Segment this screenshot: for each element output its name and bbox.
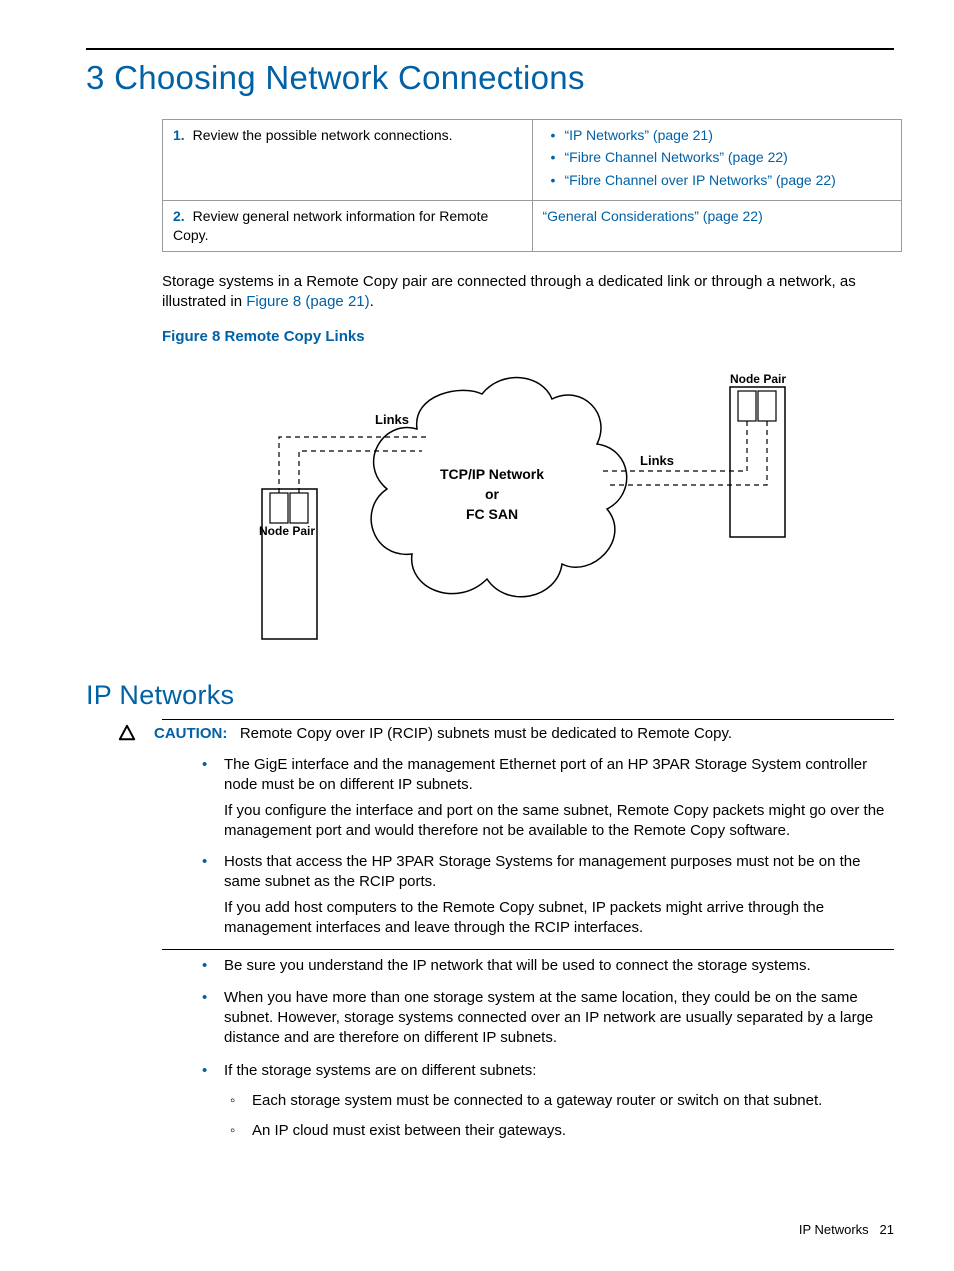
caution-block: CAUTION: Remote Copy over IP (RCIP) subn… bbox=[118, 719, 894, 1141]
ref-link[interactable]: “Fibre Channel over IP Networks” (page 2… bbox=[565, 172, 836, 188]
list-item: Hosts that access the HP 3PAR Storage Sy… bbox=[194, 852, 894, 939]
figure-ref-link[interactable]: Figure 8 (page 21) bbox=[246, 293, 369, 310]
list-item: The GigE interface and the management Et… bbox=[194, 755, 894, 842]
ip-notes-list: Be sure you understand the IP network th… bbox=[194, 956, 894, 1142]
caution-icon bbox=[118, 724, 136, 748]
cloud-label: TCP/IP Network bbox=[440, 466, 544, 482]
step-number: 1. bbox=[173, 127, 185, 143]
list-item: Each storage system must be connected to… bbox=[224, 1091, 894, 1111]
ref-list: “IP Networks” (page 21) “Fibre Channel N… bbox=[543, 126, 892, 191]
caution-text: Remote Copy over IP (RCIP) subnets must … bbox=[240, 725, 732, 742]
cloud-label: or bbox=[485, 486, 500, 502]
step-text: Review general network information for R… bbox=[173, 208, 488, 243]
caution-label: CAUTION: bbox=[154, 725, 227, 742]
list-item: An IP cloud must exist between their gat… bbox=[224, 1121, 894, 1141]
cloud-label: FC SAN bbox=[466, 506, 518, 522]
page-title: 3 Choosing Network Connections bbox=[86, 56, 894, 101]
steps-table: 1. Review the possible network connectio… bbox=[162, 119, 902, 252]
ref-link[interactable]: “General Considerations” (page 22) bbox=[543, 208, 763, 224]
node-pair-label: Node Pair bbox=[259, 524, 315, 538]
list-item: Be sure you understand the IP network th… bbox=[194, 956, 894, 976]
node-pair-label: Node Pair bbox=[730, 372, 786, 386]
table-row: 2. Review general network information fo… bbox=[163, 201, 902, 252]
page-footer: IP Networks 21 bbox=[799, 1221, 894, 1239]
table-row: 1. Review the possible network connectio… bbox=[163, 119, 902, 201]
sub-list: Each storage system must be connected to… bbox=[224, 1091, 894, 1142]
section-heading-ip-networks: IP Networks bbox=[86, 677, 894, 713]
figure-8: TCP/IP Network or FC SAN Node Pair Node … bbox=[182, 359, 894, 655]
list-item: If the storage systems are on different … bbox=[194, 1061, 894, 1142]
links-label: Links bbox=[375, 412, 409, 427]
links-label: Links bbox=[640, 453, 674, 468]
intro-paragraph: Storage systems in a Remote Copy pair ar… bbox=[162, 272, 894, 313]
ref-link[interactable]: “Fibre Channel Networks” (page 22) bbox=[565, 149, 788, 165]
ref-link[interactable]: “IP Networks” (page 21) bbox=[565, 127, 713, 143]
caution-list: The GigE interface and the management Et… bbox=[194, 755, 894, 939]
step-text: Review the possible network connections. bbox=[193, 127, 453, 143]
list-item: When you have more than one storage syst… bbox=[194, 988, 894, 1049]
figure-caption: Figure 8 Remote Copy Links bbox=[162, 327, 894, 347]
step-number: 2. bbox=[173, 208, 185, 224]
